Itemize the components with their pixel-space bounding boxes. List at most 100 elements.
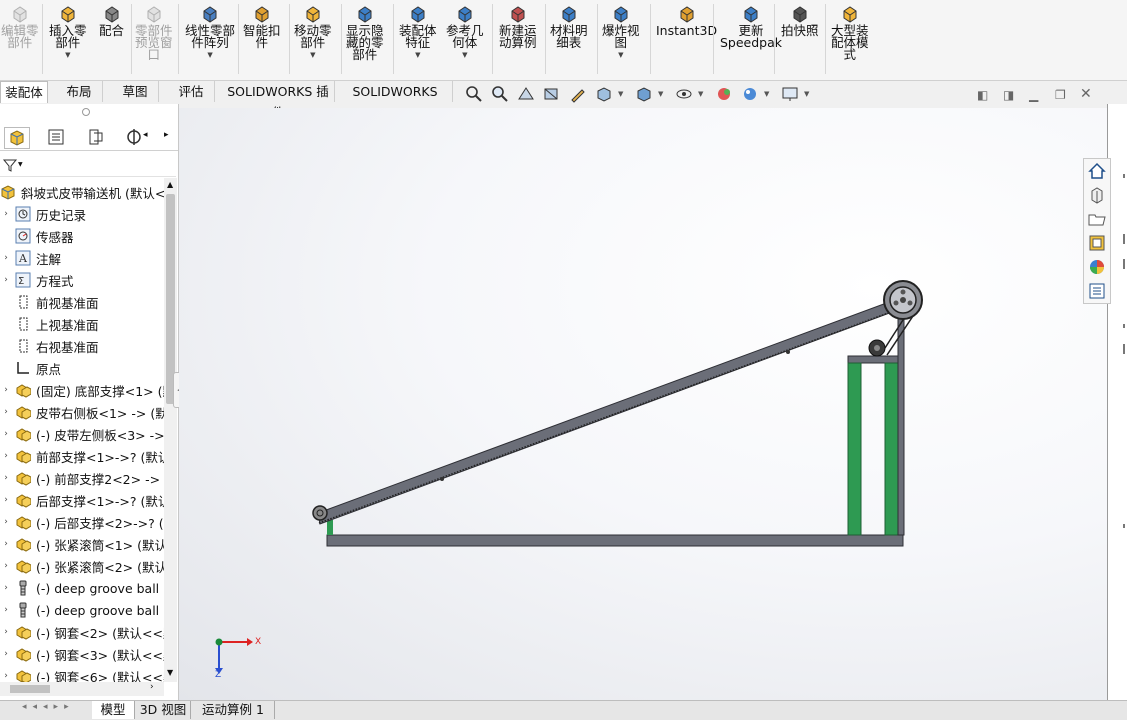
tree-horizontal-scrollbar[interactable]: › [0, 682, 164, 696]
maximize-icon[interactable]: ❐ [1055, 88, 1066, 102]
component-preview-button[interactable]: 零部件 预览窗 口 [135, 4, 173, 61]
graphics-area[interactable]: X Z [179, 108, 1107, 700]
file-explorer-icon[interactable] [1087, 209, 1107, 229]
smart-fasteners-button[interactable]: 智能扣 件 [243, 4, 281, 49]
tree-item[interactable]: › (-) 前部支撑2<2> -> (默认<<默认>_显示状态 1>) [0, 467, 164, 489]
configuration-manager-tab-icon[interactable] [84, 127, 108, 147]
chevron-right-icon[interactable]: › [0, 473, 12, 483]
snapshot-button[interactable]: 拍快照 [781, 4, 819, 37]
appearances-icon[interactable] [1087, 257, 1107, 277]
insert-component-button[interactable]: 插入零 部件 ▼ [49, 4, 87, 59]
tree-item[interactable]: 右视基准面 [0, 335, 164, 357]
tree-item[interactable]: 上视基准面 [0, 313, 164, 335]
tab-3d-views[interactable]: 3D 视图 [136, 701, 191, 719]
assembly-features-button[interactable]: 装配体 特征 ▼ [399, 4, 437, 59]
reference-geometry-button[interactable]: 参考几 何体 ▼ [446, 4, 484, 59]
scroll-right-icon[interactable]: › [150, 682, 154, 692]
chevron-right-icon[interactable]: › [0, 451, 12, 461]
chevron-down-icon[interactable]: ▼ [618, 90, 623, 98]
chevron-down-icon[interactable]: ▼ [462, 51, 467, 59]
tree-item[interactable]: › (-) 钢套<3> (默认<<默认>_显示状态 1>) [0, 643, 164, 665]
tree-item[interactable]: › 前部支撑<1>->? (默认<<默认>_显示状态 1>) [0, 445, 164, 467]
tree-root[interactable]: 斜坡式皮带输送机 (默认<显示状态-1>) [0, 181, 164, 203]
tree-item[interactable]: › (-) 钢套<6> (默认<<默认>_显示状态 1>) [0, 665, 164, 682]
chevron-right-icon[interactable]: › [0, 209, 12, 219]
show-hidden-button[interactable]: 显示隐 藏的零 部件 [346, 4, 384, 61]
tab-evaluate[interactable]: 评估 [168, 81, 215, 102]
tree-item[interactable]: › (-) deep groove ball bearings_am<2> [0, 599, 164, 621]
chevron-down-icon[interactable]: ▼ [618, 51, 623, 59]
chevron-down-icon[interactable]: ▼ [415, 51, 420, 59]
chevron-right-icon[interactable]: › [0, 539, 12, 549]
tab-solidworks-addins[interactable]: SOLIDWORKS 插件 [222, 81, 335, 120]
chevron-right-icon[interactable]: › [0, 253, 12, 263]
chevron-right-icon[interactable]: › [0, 671, 12, 681]
tree-vertical-scrollbar[interactable]: ▲ ▼ [164, 178, 177, 682]
large-assembly-button[interactable]: 大型装 配体模 式 [831, 4, 869, 61]
design-library-icon[interactable] [1087, 185, 1107, 205]
chevron-right-icon[interactable]: › [0, 517, 12, 527]
chevron-right-icon[interactable]: › [0, 627, 12, 637]
tabs-scroll-left-icon[interactable]: ◂ [143, 130, 148, 140]
chevron-down-icon[interactable]: ▼ [698, 90, 703, 98]
tab-layout[interactable]: 布局 [56, 81, 103, 102]
restore-left-icon[interactable]: ◧ [977, 88, 988, 102]
zoom-to-area-icon[interactable] [490, 84, 510, 104]
tree-item[interactable]: › (-) 皮带左侧板<3> -> (默认<<默认>_显示状态 1>) [0, 423, 164, 445]
chevron-right-icon[interactable]: › [0, 561, 12, 571]
chevron-down-icon[interactable]: ▼ [804, 90, 809, 98]
chevron-down-icon[interactable]: ▼ [18, 161, 23, 168]
tab-sketch[interactable]: 草图 [112, 81, 159, 102]
panel-grip-icon[interactable] [82, 108, 90, 116]
tab-scroll-arrows-icon[interactable]: ◂◂◂▸▸ [22, 702, 75, 712]
scrollbar-thumb[interactable] [10, 685, 50, 693]
tab-solidworks-mbd[interactable]: SOLIDWORKS MBD [338, 81, 453, 120]
chevron-right-icon[interactable]: › [0, 275, 12, 285]
scroll-up-icon[interactable]: ▲ [167, 180, 173, 189]
tree-item[interactable]: › (-) 张紧滚筒<2> (默认<<默认>_显示状态 1>) [0, 555, 164, 577]
apply-scene-icon[interactable] [740, 84, 760, 104]
move-component-button[interactable]: 移动零 部件 ▼ [294, 4, 332, 59]
custom-properties-icon[interactable] [1087, 281, 1107, 301]
tree-item[interactable]: › (-) 后部支撑<2>->? (默认<<默认>_显示状态 1>) [0, 511, 164, 533]
tree-item[interactable]: › 皮带右侧板<1> -> (默认<<默认>_显示状态 1>) [0, 401, 164, 423]
bill-of-materials-button[interactable]: 材料明 细表 [550, 4, 588, 49]
property-manager-tab-icon[interactable] [44, 127, 68, 147]
tab-motion-study-1[interactable]: 运动算例 1 [192, 701, 275, 719]
chevron-right-icon[interactable]: › [0, 605, 12, 615]
home-icon[interactable] [1087, 161, 1107, 181]
hide-show-items-icon[interactable] [674, 84, 694, 104]
chevron-down-icon[interactable]: ▼ [310, 51, 315, 59]
tree-item[interactable]: › (-) deep groove ball bearings_am<1> [0, 577, 164, 599]
chevron-right-icon[interactable]: › [0, 407, 12, 417]
tree-item[interactable]: › Σ 方程式 [0, 269, 164, 291]
edit-component-button[interactable]: 编辑零 部件 [1, 4, 39, 49]
scroll-down-icon[interactable]: ▼ [167, 668, 173, 677]
tabs-scroll-right-icon[interactable]: ▸ [164, 130, 169, 140]
chevron-right-icon[interactable]: › [0, 649, 12, 659]
edit-appearance-icon[interactable] [714, 84, 734, 104]
previous-view-icon[interactable] [516, 84, 536, 104]
tab-model[interactable]: 模型 [92, 701, 135, 719]
chevron-down-icon[interactable]: ▼ [207, 51, 212, 59]
tree-item[interactable]: 传感器 [0, 225, 164, 247]
feature-manager-tab-icon[interactable] [4, 127, 30, 149]
tab-assembly[interactable]: 装配体 [0, 81, 48, 103]
chevron-right-icon[interactable]: › [0, 429, 12, 439]
restore-right-icon[interactable]: ◨ [1003, 88, 1014, 102]
view-palette-icon[interactable] [1087, 233, 1107, 253]
view-settings-icon[interactable] [780, 84, 800, 104]
speedpak-button[interactable]: 更新 Speedpak [720, 4, 782, 49]
minimize-icon[interactable]: ▁ [1029, 88, 1038, 102]
tree-item[interactable]: 前视基准面 [0, 291, 164, 313]
linear-pattern-button[interactable]: 线性零部 件阵列 ▼ [185, 4, 235, 59]
tree-item[interactable]: › A 注解 [0, 247, 164, 269]
new-motion-study-button[interactable]: 新建运 动算例 [499, 4, 537, 49]
view-orientation-icon[interactable] [594, 84, 614, 104]
dynamic-annotation-icon[interactable] [568, 84, 588, 104]
chevron-down-icon[interactable]: ▼ [658, 90, 663, 98]
chevron-down-icon[interactable]: ▼ [764, 90, 769, 98]
filter-icon[interactable] [2, 157, 18, 173]
section-view-icon[interactable] [542, 84, 562, 104]
close-icon[interactable]: ✕ [1080, 86, 1092, 102]
